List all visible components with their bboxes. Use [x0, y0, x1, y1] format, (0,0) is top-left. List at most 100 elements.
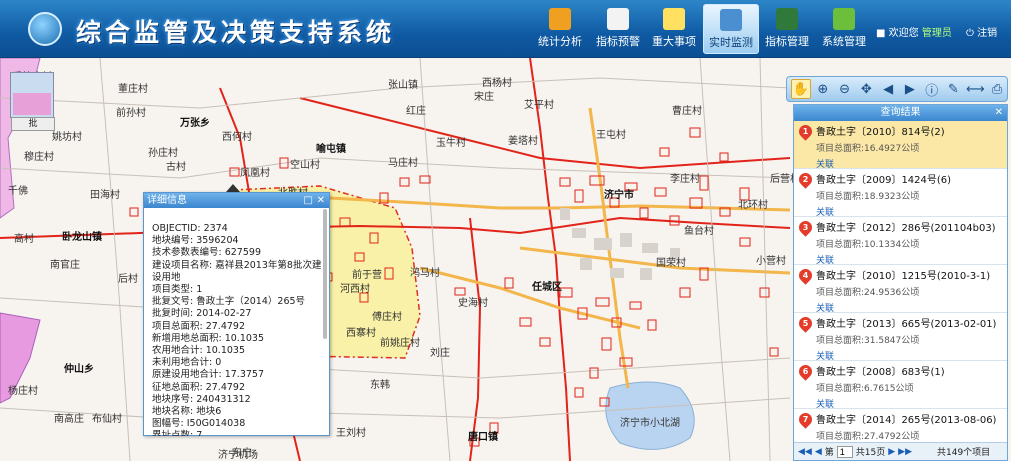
- user-name[interactable]: 管理员: [922, 28, 952, 39]
- logout-label: 注销: [977, 28, 998, 39]
- result-item[interactable]: 1 鲁政土字〔2010〕814号(2) 项目总面积:16.4927公顷 关联: [794, 121, 1007, 170]
- nav-item-0[interactable]: 统计分析: [532, 4, 588, 54]
- result-title[interactable]: 鲁政土字〔2012〕286号(201104b03): [816, 219, 1003, 234]
- logout-button[interactable]: ⏻ 注销: [966, 24, 997, 39]
- clipboard-icon: [607, 8, 629, 30]
- location-marker: [226, 184, 240, 192]
- close-icon[interactable]: ✕: [317, 193, 325, 208]
- result-item[interactable]: 3 鲁政土字〔2012〕286号(201104b03) 项目总面积:10.1334公…: [794, 217, 1007, 266]
- overview-toggle-button[interactable]: 批: [11, 117, 55, 131]
- attribute-row: OBJECTID: 2374: [152, 223, 228, 234]
- last-page-icon[interactable]: ▶▶: [898, 447, 912, 457]
- nav-item-4[interactable]: 指标管理: [759, 4, 815, 54]
- place-label: 前于营: [352, 270, 382, 281]
- attribute-row: 农用地合计: 10.1035: [152, 345, 246, 357]
- place-label: 史海村: [458, 298, 488, 309]
- town-label: 万张乡: [180, 118, 210, 129]
- zoom-in-icon[interactable]: ⊕: [813, 79, 833, 99]
- map-pin-icon: 4: [796, 266, 815, 285]
- place-label: 济宁市小北湖: [620, 418, 680, 429]
- place-label: 济宁机场: [218, 450, 258, 461]
- power-icon: ⏻: [966, 28, 974, 39]
- attribute-row: 原建设用地合计: 17.3757: [152, 369, 265, 381]
- query-results-panel: 查询结果 ✕ 1 鲁政土字〔2010〕814号(2) 项目总面积:16.4927公顷…: [793, 104, 1008, 461]
- result-item[interactable]: 4 鲁政土字〔2010〕1215号(2010-3-1) 项目总面积:24.9536公…: [794, 265, 1007, 314]
- place-label: 红庄: [406, 106, 426, 117]
- attribute-row: 界址点数: 7: [152, 430, 203, 436]
- place-label: 王刘村: [336, 428, 366, 439]
- place-label: 后村: [118, 274, 138, 285]
- place-label: 刘庄: [430, 348, 450, 359]
- place-label: 姚坊村: [52, 132, 82, 143]
- place-label: 鱼台村: [684, 226, 714, 237]
- popup-scrollbar[interactable]: [323, 209, 327, 339]
- place-label: 张山镇: [388, 80, 418, 91]
- map-pin-icon: 7: [796, 410, 815, 429]
- previous-extent-icon[interactable]: ◀: [878, 79, 898, 99]
- result-area: 项目总面积:31.5847公顷: [816, 336, 920, 346]
- place-label: 南官庄: [50, 260, 80, 271]
- map-pin-icon: 3: [796, 218, 815, 237]
- place-label: 南高庄: [54, 414, 84, 425]
- print-icon[interactable]: ⎙: [987, 79, 1007, 99]
- town-label: 卧龙山镇: [62, 232, 102, 243]
- measure-icon[interactable]: ⟷: [965, 79, 985, 99]
- full-extent-icon[interactable]: ✥: [856, 79, 876, 99]
- detail-popup: 详细信息 □ ✕ OBJECTID: 2374 地块编号: 3596204 技术参数…: [143, 192, 330, 436]
- place-label: 姜塔村: [508, 136, 538, 147]
- pin-number: 5: [802, 319, 809, 328]
- nav-label: 指标预警: [596, 35, 640, 48]
- first-page-icon[interactable]: ◀◀: [798, 447, 812, 457]
- app-logo: [28, 12, 62, 46]
- clear-icon[interactable]: ✎: [944, 79, 964, 99]
- attribute-row: 项目总面积: 27.4792: [152, 320, 246, 332]
- attribute-row: 地块编号: 3596204: [152, 235, 239, 247]
- place-label: 曹庄村: [672, 106, 702, 117]
- map-pin-icon: 2: [796, 170, 815, 189]
- town-label: 任城区: [532, 282, 562, 293]
- nav-item-2[interactable]: 重大事项: [646, 4, 702, 54]
- overview-map[interactable]: 批: [10, 72, 55, 131]
- place-label: 千佛: [8, 186, 28, 197]
- star-document-icon: [663, 8, 685, 30]
- maximize-icon[interactable]: □: [304, 193, 313, 208]
- result-item[interactable]: 2 鲁政土字〔2009〕1424号(6) 项目总面积:18.9323公顷 关联: [794, 169, 1007, 218]
- result-title[interactable]: 鲁政土字〔2010〕814号(2): [816, 123, 1003, 138]
- place-label: 宋庄: [474, 92, 494, 103]
- zoom-out-icon[interactable]: ⊖: [835, 79, 855, 99]
- place-label: 北环村: [738, 200, 768, 211]
- result-item[interactable]: 6 鲁政土字〔2008〕683号(1) 项目总面积:6.7615公顷 关联: [794, 361, 1007, 410]
- popup-header: 详细信息 □ ✕: [144, 193, 329, 208]
- page-input[interactable]: [836, 445, 853, 458]
- result-title[interactable]: 鲁政土字〔2009〕1424号(6): [816, 171, 1003, 186]
- place-label: 鸿马村: [410, 268, 440, 279]
- result-title[interactable]: 鲁政土字〔2010〕1215号(2010-3-1): [816, 267, 1003, 282]
- next-extent-icon[interactable]: ▶: [900, 79, 920, 99]
- total-count: 共149个项目: [937, 448, 991, 458]
- nav-item-5[interactable]: 系统管理: [816, 4, 872, 54]
- result-title[interactable]: 鲁政土字〔2014〕265号(2013-08-06): [816, 411, 1003, 426]
- attribute-row: 未利用地合计: 0: [152, 357, 222, 369]
- next-page-icon[interactable]: ▶: [888, 447, 895, 457]
- place-label: 河西村: [340, 284, 370, 295]
- nav-item-1[interactable]: 指标预警: [590, 4, 646, 54]
- result-title[interactable]: 鲁政土字〔2013〕665号(2013-02-01): [816, 315, 1003, 330]
- place-label: 西杨村: [482, 78, 512, 89]
- map-canvas[interactable]: 后杜庄村董庄村前孙村姚坊村万张乡西何村穆庄村孙庄村喻屯镇古村凤凰村空山村马庄村北…: [0, 58, 1011, 461]
- nav-label: 统计分析: [538, 35, 582, 48]
- attribute-row: 批复文号: 鲁政土字（2014）265号: [152, 296, 306, 308]
- prev-page-icon[interactable]: ◀: [815, 447, 822, 457]
- close-icon[interactable]: ✕: [995, 105, 1003, 121]
- pin-number: 6: [802, 367, 809, 376]
- result-item[interactable]: 5 鲁政土字〔2013〕665号(2013-02-01) 项目总面积:31.5847…: [794, 313, 1007, 362]
- result-title[interactable]: 鲁政土字〔2008〕683号(1): [816, 363, 1003, 378]
- place-label: 穆庄村: [24, 152, 54, 163]
- attribute-row: 图幅号: I50G014038: [152, 418, 246, 430]
- nav-item-3[interactable]: 实时监测: [703, 4, 759, 54]
- monitor-icon: [720, 9, 742, 31]
- nav-label: 系统管理: [822, 35, 866, 48]
- identify-icon[interactable]: ⓘ: [922, 79, 942, 99]
- nav-label: 重大事项: [652, 35, 696, 48]
- pan-hand-icon[interactable]: ✋: [791, 79, 811, 99]
- page-count: 共15页: [855, 448, 886, 458]
